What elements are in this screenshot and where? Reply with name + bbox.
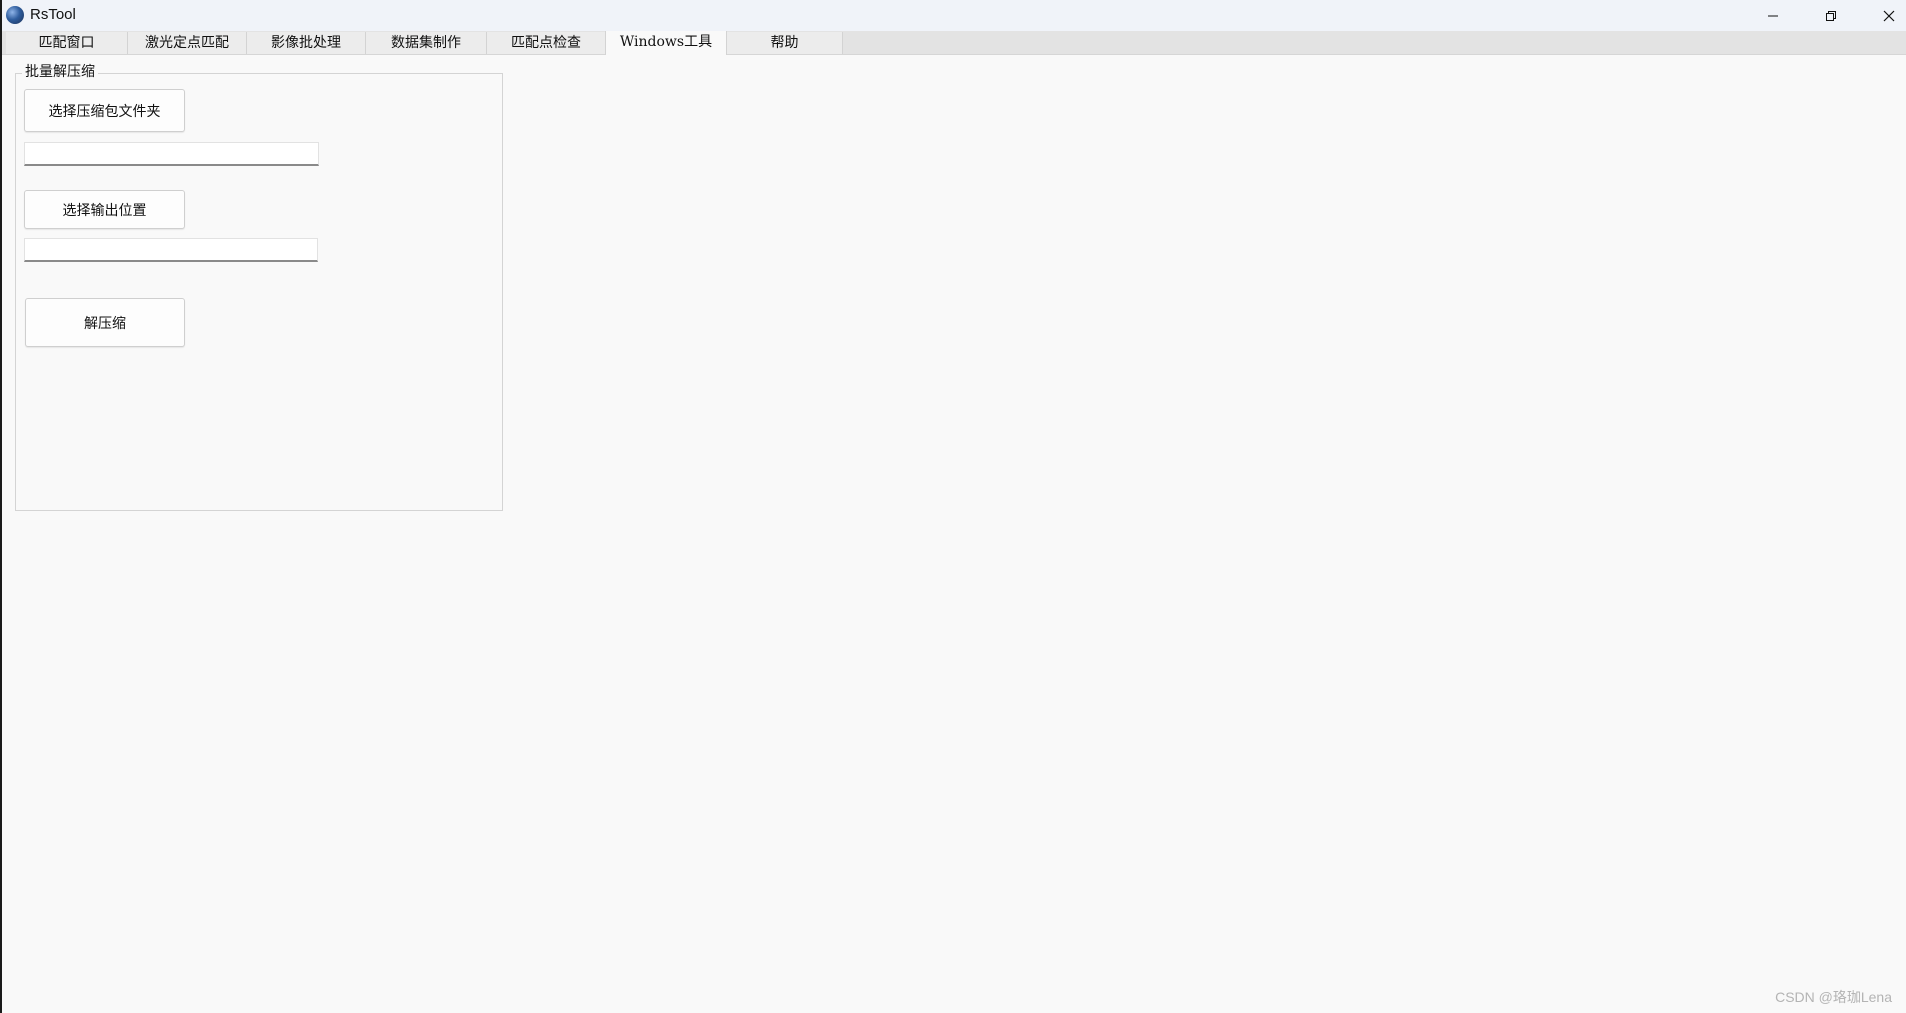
restore-icon <box>1826 10 1836 21</box>
tab-match-window[interactable]: 匹配窗口 <box>6 32 128 54</box>
tab-dataset-creation[interactable]: 数据集制作 <box>366 32 487 54</box>
window-title: RsTool <box>30 6 76 23</box>
tab-match-point-check[interactable]: 匹配点检查 <box>487 32 606 54</box>
close-icon <box>1883 10 1895 21</box>
tab-help[interactable]: 帮助 <box>727 32 843 54</box>
close-button[interactable] <box>1860 0 1906 31</box>
unzip-button[interactable]: 解压缩 <box>25 298 185 347</box>
select-archive-folder-button[interactable]: 选择压缩包文件夹 <box>24 89 185 132</box>
app-window: RsTool 匹配窗口 激光定点匹配 影像批处理 数据集制作 匹配点检查 Win… <box>0 0 1906 1013</box>
watermark: CSDN @珞珈Lena <box>1775 989 1892 1005</box>
archive-folder-field[interactable] <box>24 142 319 166</box>
batch-unzip-group <box>15 73 503 511</box>
restore-button[interactable] <box>1802 0 1860 31</box>
globe-icon <box>6 6 24 24</box>
tab-windows-tools[interactable]: Windows工具 <box>605 31 727 55</box>
select-output-location-button[interactable]: 选择输出位置 <box>24 190 185 229</box>
tab-bar: 匹配窗口 激光定点匹配 影像批处理 数据集制作 匹配点检查 Windows工具 … <box>2 31 1906 55</box>
minimize-button[interactable] <box>1744 0 1802 31</box>
minimize-icon <box>1768 15 1778 16</box>
tab-laser-point-match[interactable]: 激光定点匹配 <box>128 32 247 54</box>
tab-image-batch[interactable]: 影像批处理 <box>247 32 366 54</box>
batch-unzip-group-title: 批量解压缩 <box>22 61 98 81</box>
output-location-field[interactable] <box>24 238 318 262</box>
title-bar: RsTool <box>2 0 1906 31</box>
